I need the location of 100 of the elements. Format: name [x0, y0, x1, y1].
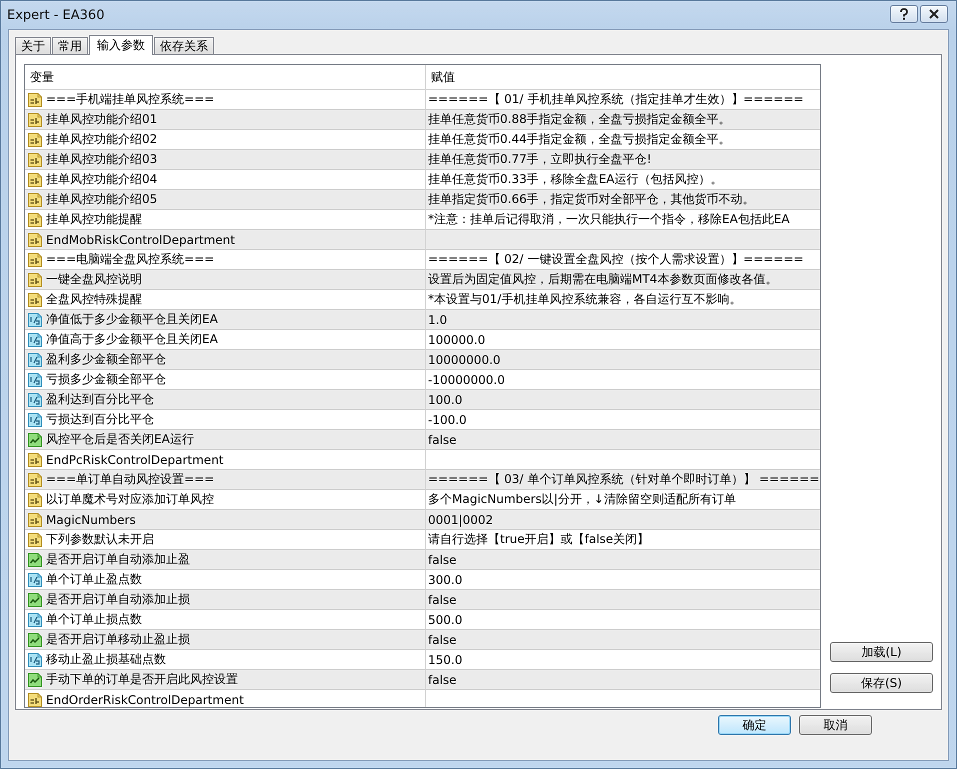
- parameter-value[interactable]: 300.0: [428, 572, 462, 586]
- document-icon: [27, 352, 43, 368]
- document-icon: [27, 132, 43, 148]
- parameter-name[interactable]: 亏损达到百分比平仓: [46, 411, 154, 428]
- parameter-name[interactable]: 风控平仓后是否关闭EA运行: [46, 431, 194, 448]
- document-icon: [27, 332, 43, 348]
- parameter-value[interactable]: ======【 03/ 单个订单风控系统（针对单个即时订单）】 ======: [428, 471, 820, 488]
- parameter-value[interactable]: 挂单任意货币0.77手，立即执行全盘平仓!: [428, 151, 652, 168]
- parameter-value[interactable]: false: [428, 432, 457, 446]
- tab[interactable]: 依存关系: [154, 37, 214, 54]
- parameter-name[interactable]: 全盘风控特殊提醒: [46, 291, 142, 308]
- parameter-value[interactable]: 多个MagicNumbers以|分开，↓清除留空则适配所有订单: [428, 491, 736, 508]
- parameter-value[interactable]: false: [428, 592, 457, 606]
- parameter-name[interactable]: 单个订单止损点数: [46, 611, 142, 628]
- parameter-value[interactable]: 设置后为固定值风控，后期需在电脑端MT4本参数页面修改各值。: [428, 271, 778, 288]
- document-icon: [27, 532, 43, 548]
- parameter-name[interactable]: 净值高于多少金额平仓且关闭EA: [46, 331, 218, 348]
- parameter-value[interactable]: false: [428, 632, 457, 646]
- document-icon: [27, 192, 43, 208]
- dialog-button[interactable]: 取消: [799, 715, 872, 735]
- tab[interactable]: 关于: [15, 37, 51, 54]
- tab[interactable]: 常用: [52, 37, 88, 54]
- document-icon: [27, 452, 43, 468]
- parameter-name[interactable]: 挂单风控功能介绍01: [46, 111, 158, 128]
- window-title: Expert - EA360: [7, 8, 104, 22]
- parameter-value[interactable]: 挂单任意货币0.44手指定金额，全盘亏损指定金额全平。: [428, 131, 731, 148]
- parameter-name[interactable]: 是否开启订单自动添加止损: [46, 591, 190, 608]
- document-icon: [27, 512, 43, 528]
- column-header[interactable]: 赋值: [425, 65, 820, 89]
- parameter-value[interactable]: ======【 02/ 一键设置全盘风控（按个人需求设置）】======: [428, 251, 804, 268]
- parameter-name[interactable]: ===电脑端全盘风控系统===: [46, 251, 214, 268]
- parameter-name[interactable]: EndPcRiskControlDepartment: [46, 452, 224, 466]
- parameter-name[interactable]: 下列参数默认未开启: [46, 531, 154, 548]
- document-icon: [27, 312, 43, 328]
- parameter-value[interactable]: 挂单任意货币0.33手，移除全盘EA运行（包括风控）。: [428, 171, 723, 188]
- parameter-name[interactable]: 盈利多少金额全部平仓: [46, 351, 166, 368]
- check-document-icon: [27, 432, 43, 448]
- parameter-name[interactable]: ===单订单自动风控设置===: [46, 471, 214, 488]
- parameter-value[interactable]: 挂单指定货币0.66手，指定货币对全部平仓，其他货币不动。: [428, 191, 755, 208]
- document-icon: [27, 152, 43, 168]
- close-icon: [929, 9, 939, 19]
- parameter-name[interactable]: 手动下单的订单是否开启此风控设置: [46, 671, 238, 688]
- column-header[interactable]: 变量: [25, 65, 425, 89]
- parameter-value[interactable]: 挂单任意货币0.88手指定金额，全盘亏损指定金额全平。: [428, 111, 731, 128]
- parameter-name[interactable]: 挂单风控功能介绍05: [46, 191, 158, 208]
- parameter-name[interactable]: ===手机端挂单风控系统===: [46, 91, 214, 108]
- document-icon: [27, 372, 43, 388]
- parameter-value[interactable]: 500.0: [428, 612, 462, 626]
- help-icon: [899, 8, 909, 20]
- parameter-name[interactable]: 以订单魔术号对应添加订单风控: [46, 491, 214, 508]
- check-document-icon: [27, 592, 43, 608]
- parameter-value[interactable]: ======【 01/ 手机挂单风控系统（指定挂单才生效）】======: [428, 91, 804, 108]
- parameter-value[interactable]: false: [428, 672, 457, 686]
- check-document-icon: [27, 672, 43, 688]
- close-button[interactable]: [920, 5, 948, 23]
- document-icon: [27, 92, 43, 108]
- tab[interactable]: 输入参数: [89, 35, 153, 55]
- parameter-name[interactable]: 净值低于多少金额平仓且关闭EA: [46, 311, 218, 328]
- document-icon: [27, 392, 43, 408]
- parameter-name[interactable]: 挂单风控功能提醒: [46, 211, 142, 228]
- side-button[interactable]: 保存(S): [830, 673, 933, 693]
- parameter-value[interactable]: 10000000.0: [428, 352, 501, 366]
- parameter-name[interactable]: 一键全盘风控说明: [46, 271, 142, 288]
- parameter-value[interactable]: -10000000.0: [428, 372, 505, 386]
- parameter-value[interactable]: *本设置与01/手机挂单风控系统兼容，各自运行互不影响。: [428, 291, 742, 308]
- parameter-value[interactable]: 请自行选择【true开启】或【false关闭】: [428, 531, 650, 548]
- parameter-value[interactable]: 100.0: [428, 392, 462, 406]
- parameter-name[interactable]: 亏损多少金额全部平仓: [46, 371, 166, 388]
- check-document-icon: [27, 632, 43, 648]
- parameter-name[interactable]: 是否开启订单移动止盈止损: [46, 631, 190, 648]
- document-icon: [27, 272, 43, 288]
- parameter-name[interactable]: 移动止盈止损基础点数: [46, 651, 166, 668]
- parameter-value[interactable]: 0001|0002: [428, 512, 494, 526]
- parameter-name[interactable]: EndMobRiskControlDepartment: [46, 232, 235, 246]
- document-icon: [27, 112, 43, 128]
- document-icon: [27, 472, 43, 488]
- document-icon: [27, 572, 43, 588]
- document-icon: [27, 652, 43, 668]
- parameter-value[interactable]: false: [428, 552, 457, 566]
- parameter-name[interactable]: 挂单风控功能介绍03: [46, 151, 158, 168]
- parameter-name[interactable]: 是否开启订单自动添加止盈: [46, 551, 190, 568]
- parameter-value[interactable]: 1.0: [428, 312, 448, 326]
- document-icon: [27, 492, 43, 508]
- document-icon: [27, 232, 43, 248]
- parameter-name[interactable]: 单个订单止盈点数: [46, 571, 142, 588]
- parameter-name[interactable]: 挂单风控功能介绍04: [46, 171, 158, 188]
- document-icon: [27, 212, 43, 228]
- dialog-button[interactable]: 确定: [718, 715, 791, 735]
- parameter-name[interactable]: 挂单风控功能介绍02: [46, 131, 158, 148]
- check-document-icon: [27, 552, 43, 568]
- parameter-value[interactable]: 100000.0: [428, 332, 486, 346]
- parameter-value[interactable]: -100.0: [428, 412, 467, 426]
- help-button[interactable]: [890, 5, 918, 23]
- parameter-name[interactable]: EndOrderRiskControlDepartment: [46, 692, 244, 706]
- parameter-name[interactable]: MagicNumbers: [46, 512, 136, 526]
- parameter-name[interactable]: 盈利达到百分比平仓: [46, 391, 154, 408]
- document-icon: [27, 692, 43, 707]
- parameter-value[interactable]: 150.0: [428, 652, 462, 666]
- side-button[interactable]: 加载(L): [830, 642, 933, 662]
- parameter-value[interactable]: *注意：挂单后记得取消，一次只能执行一个指令，移除EA包括此EA: [428, 211, 790, 228]
